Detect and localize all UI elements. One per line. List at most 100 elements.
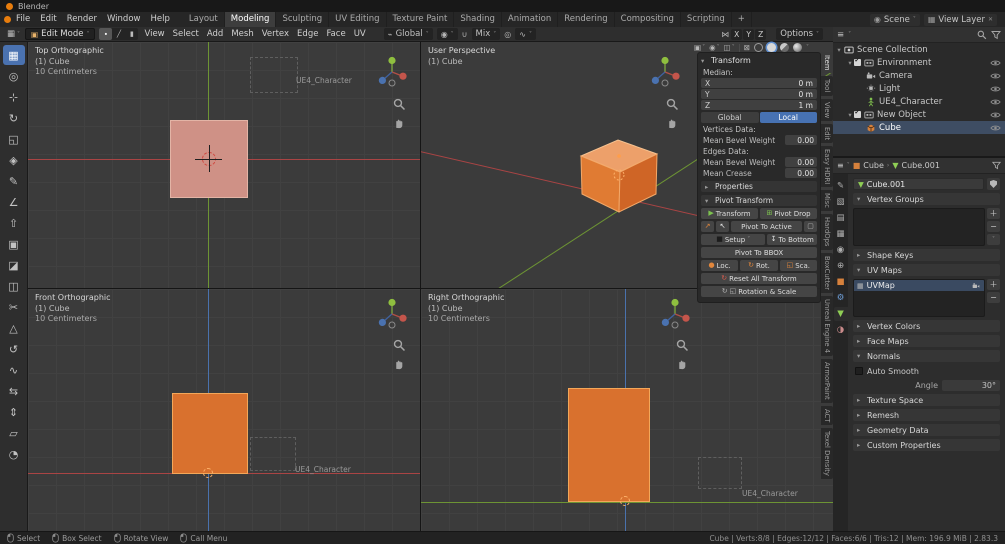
properties-tab[interactable]: [834, 275, 848, 289]
eye-visibility-icon[interactable]: [990, 124, 1001, 132]
view-object-types-dropdown[interactable]: ▣ ˅: [694, 43, 705, 52]
snap-with-dropdown[interactable]: Mix ˅: [471, 28, 501, 40]
pan-hand-icon[interactable]: [393, 357, 406, 370]
breadcrumb-data[interactable]: Cube.001: [901, 161, 939, 170]
section-geometry-data[interactable]: Geometry Data: [853, 424, 1000, 436]
face-select-mode-icon[interactable]: ▮: [125, 28, 138, 40]
properties-editor-icon[interactable]: ≡: [837, 161, 844, 170]
n-panel-tab[interactable]: Misc: [821, 190, 833, 212]
workspace-tab[interactable]: UV Editing: [329, 12, 387, 27]
workspace-tab[interactable]: Layout: [183, 12, 225, 27]
viewport-top-left[interactable]: UE4_Character Top Orthographic (1) Cube …: [28, 42, 420, 288]
expand-caret-icon[interactable]: [846, 110, 854, 120]
n-panel-tab[interactable]: Easy HDRI: [821, 146, 833, 188]
orientation-dropdown[interactable]: ⌁ Global ˅: [383, 28, 433, 40]
pivot-cursor-button[interactable]: ↖: [716, 221, 729, 232]
eye-visibility-icon[interactable]: [990, 111, 1001, 119]
menu-item[interactable]: Render: [62, 12, 102, 27]
tool-button[interactable]: [3, 129, 25, 149]
pivot-transform-section-header[interactable]: Pivot Transform: [701, 195, 817, 206]
options-dropdown[interactable]: Options ˅: [776, 28, 823, 40]
pivot-box-button[interactable]: ▢: [804, 221, 817, 232]
pivot-point-dropdown[interactable]: ◉ ˅: [436, 28, 458, 40]
vertex-groups-list[interactable]: [853, 208, 985, 246]
section-normals[interactable]: Normals: [853, 350, 1000, 362]
search-icon[interactable]: [977, 30, 987, 40]
tool-button[interactable]: [3, 171, 25, 191]
header-menu-item[interactable]: Edge: [293, 29, 322, 39]
pivot-to-bbox-button[interactable]: Pivot To BBOX: [701, 247, 817, 258]
eye-visibility-icon[interactable]: [990, 59, 1001, 67]
collection-checkbox[interactable]: [854, 57, 861, 66]
tool-button[interactable]: [3, 192, 25, 212]
section-texture-space[interactable]: Texture Space: [853, 394, 1000, 406]
xray-toggle-icon[interactable]: ⊠: [744, 43, 750, 52]
pivot-arrow-button[interactable]: ↗: [701, 221, 714, 232]
n-panel-tab[interactable]: Texel Density: [821, 428, 833, 479]
vertex-group-specials-button[interactable]: ˅: [987, 234, 1000, 245]
tool-button[interactable]: [3, 381, 25, 401]
shading-wireframe-icon[interactable]: [754, 43, 764, 52]
property-value-field[interactable]: 0.00: [785, 157, 817, 167]
shading-solid-icon[interactable]: [767, 43, 777, 52]
add-vertex-group-button[interactable]: ＋: [987, 208, 1000, 219]
space-toggle-button[interactable]: Global: [701, 112, 759, 123]
outliner-row[interactable]: Environment: [833, 56, 1005, 69]
property-value-field[interactable]: 0.00: [785, 168, 817, 178]
tool-button[interactable]: [3, 150, 25, 170]
eye-visibility-icon[interactable]: [990, 85, 1001, 93]
transform-button[interactable]: ▶ Transform: [701, 208, 758, 219]
zoom-icon[interactable]: [676, 339, 689, 352]
loc-button[interactable]: ● Loc.: [701, 260, 739, 271]
space-toggle-button[interactable]: Local: [759, 112, 817, 123]
expand-caret-icon[interactable]: [846, 58, 854, 68]
shading-material-icon[interactable]: [780, 43, 790, 52]
sca-button[interactable]: ◱ Sca.: [779, 260, 817, 271]
outliner-row[interactable]: Cube: [833, 121, 1005, 134]
outliner-row[interactable]: Light: [833, 82, 1005, 95]
collection-checkbox[interactable]: [854, 109, 861, 118]
header-menu-item[interactable]: Face: [322, 29, 349, 39]
editor-type-selector[interactable]: ▦ ˅: [4, 29, 23, 39]
tool-button[interactable]: [3, 297, 25, 317]
rotation-scale-button[interactable]: ↻ ◱ Rotation & Scale: [701, 286, 817, 297]
workspace-tab[interactable]: Animation: [502, 12, 559, 27]
outliner-row[interactable]: UE4_Character: [833, 95, 1005, 108]
pivot-to-active-button[interactable]: Pivot To Active: [731, 221, 802, 232]
shading-dropdown[interactable]: ˅: [806, 44, 809, 51]
tool-button[interactable]: [3, 234, 25, 254]
menu-item[interactable]: Edit: [35, 12, 61, 27]
properties-tab[interactable]: [834, 291, 848, 305]
tool-button[interactable]: [3, 339, 25, 359]
tool-button[interactable]: [3, 255, 25, 275]
property-value-field[interactable]: 0.00: [785, 135, 817, 145]
properties-tab[interactable]: [833, 307, 848, 321]
tool-button[interactable]: [3, 87, 25, 107]
properties-tab[interactable]: [834, 211, 848, 225]
properties-section-header[interactable]: Properties: [701, 181, 817, 192]
collapse-caret[interactable]: [701, 57, 708, 65]
rot-button[interactable]: ↻ Rot.: [740, 260, 778, 271]
mirror-axis-button[interactable]: X: [731, 28, 743, 40]
properties-tab[interactable]: [834, 259, 848, 273]
mirror-axis-button[interactable]: Z: [755, 28, 767, 40]
workspace-tab[interactable]: Shading: [454, 12, 502, 27]
uv-maps-list[interactable]: ▦ UVMap: [853, 279, 985, 317]
blender-app-icon[interactable]: [4, 16, 11, 23]
median-axis-field[interactable]: Z 1 m: [701, 100, 817, 110]
filter-funnel-icon[interactable]: [992, 161, 1001, 170]
outliner-row[interactable]: New Object: [833, 108, 1005, 121]
navigation-gizmo[interactable]: [374, 296, 410, 332]
section-remesh[interactable]: Remesh: [853, 409, 1000, 421]
edge-select-mode-icon[interactable]: ╱: [112, 28, 125, 40]
viewport-bottom-right[interactable]: UE4_Character Right Orthographic (1) Cub…: [421, 289, 833, 531]
setup-dropdown[interactable]: ■ Setup ˅: [701, 234, 766, 245]
properties-tab[interactable]: [834, 243, 848, 257]
remove-vertex-group-button[interactable]: −: [987, 221, 1000, 232]
viewport-bottom-left[interactable]: UE4_Character Front Orthographic (1) Cub…: [28, 289, 420, 531]
uv-map-item[interactable]: ▦ UVMap: [854, 280, 984, 291]
outliner-row[interactable]: Scene Collection: [833, 43, 1005, 56]
pan-hand-icon[interactable]: [676, 357, 689, 370]
reset-all-transform-button[interactable]: ↻ Reset All Transform: [701, 273, 817, 284]
section-vertex-colors[interactable]: Vertex Colors: [853, 320, 1000, 332]
